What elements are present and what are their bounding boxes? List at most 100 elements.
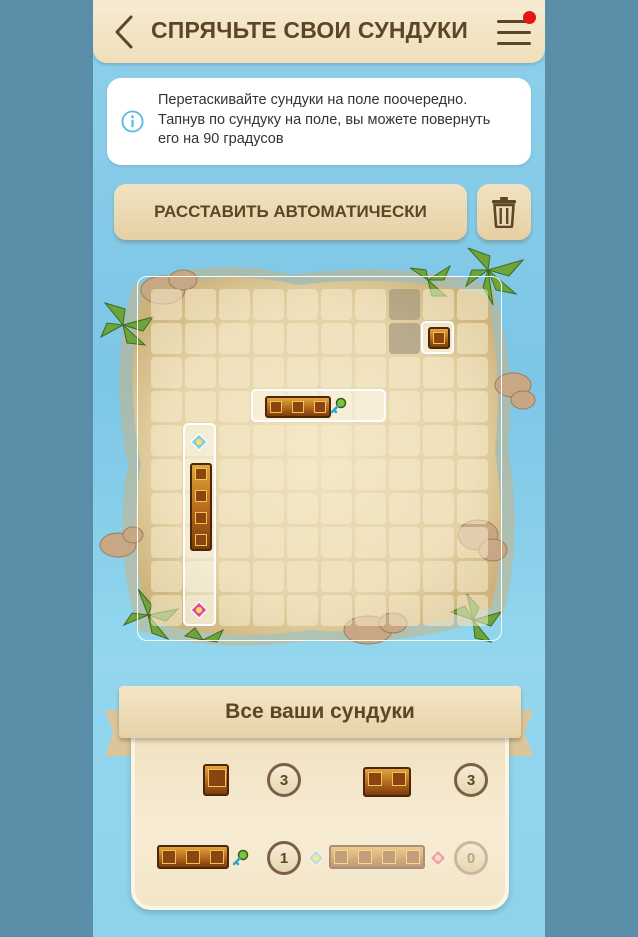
board-cell[interactable]: [219, 527, 250, 558]
board-cell[interactable]: [321, 493, 352, 524]
board-cell[interactable]: [355, 425, 386, 456]
board-cell[interactable]: [321, 425, 352, 456]
board-cell[interactable]: [287, 289, 318, 320]
board-cell[interactable]: [287, 527, 318, 558]
board-cell[interactable]: [151, 357, 182, 388]
board-cell[interactable]: [457, 493, 488, 524]
board-cell[interactable]: [219, 459, 250, 490]
board-cell[interactable]: [423, 595, 454, 626]
board-cell[interactable]: [457, 595, 488, 626]
board-cell[interactable]: [185, 289, 216, 320]
board-cell[interactable]: [321, 323, 352, 354]
board-cell[interactable]: [457, 323, 488, 354]
board-cell[interactable]: [321, 289, 352, 320]
board-cell[interactable]: [321, 357, 352, 388]
board-cell[interactable]: [151, 527, 182, 558]
board-cell[interactable]: [355, 323, 386, 354]
board-cell[interactable]: [389, 323, 420, 354]
board-cell[interactable]: [253, 561, 284, 592]
board-cell[interactable]: [151, 391, 182, 422]
inventory-chest-3[interactable]: [157, 845, 249, 869]
board-cell[interactable]: [253, 595, 284, 626]
back-button[interactable]: [109, 14, 139, 50]
board-cell[interactable]: [151, 493, 182, 524]
board-cell[interactable]: [253, 289, 284, 320]
board-cell[interactable]: [389, 527, 420, 558]
board-cell[interactable]: [457, 357, 488, 388]
board-cell[interactable]: [389, 595, 420, 626]
board-cell[interactable]: [389, 459, 420, 490]
board-cell[interactable]: [151, 595, 182, 626]
board-cell[interactable]: [219, 357, 250, 388]
board-cell[interactable]: [253, 425, 284, 456]
board-cell[interactable]: [457, 459, 488, 490]
board-cell[interactable]: [423, 493, 454, 524]
board-cell[interactable]: [287, 357, 318, 388]
board-cell[interactable]: [219, 595, 250, 626]
board-cell[interactable]: [219, 323, 250, 354]
board-cell[interactable]: [185, 323, 216, 354]
board-cell[interactable]: [389, 391, 420, 422]
board-cell[interactable]: [253, 527, 284, 558]
board-cell[interactable]: [253, 323, 284, 354]
board-cell[interactable]: [389, 289, 420, 320]
board-cell[interactable]: [287, 459, 318, 490]
board-cell[interactable]: [287, 323, 318, 354]
board-cell[interactable]: [287, 425, 318, 456]
board-cell[interactable]: [355, 493, 386, 524]
board-cell[interactable]: [151, 459, 182, 490]
board-cell[interactable]: [355, 595, 386, 626]
menu-button[interactable]: [495, 11, 536, 48]
board-cell[interactable]: [355, 459, 386, 490]
board-cell[interactable]: [389, 357, 420, 388]
board-cell[interactable]: [423, 391, 454, 422]
auto-place-button[interactable]: РАССТАВИТЬ АВТОМАТИЧЕСКИ: [114, 184, 467, 240]
board-cell[interactable]: [219, 425, 250, 456]
board-cell[interactable]: [457, 391, 488, 422]
board-cell[interactable]: [151, 561, 182, 592]
board-cell[interactable]: [219, 493, 250, 524]
board-cell[interactable]: [355, 527, 386, 558]
board-cell[interactable]: [423, 561, 454, 592]
board-cell[interactable]: [423, 527, 454, 558]
board-cell[interactable]: [151, 323, 182, 354]
board-cell[interactable]: [457, 527, 488, 558]
placed-chest-3[interactable]: [251, 389, 386, 422]
board-cell[interactable]: [185, 357, 216, 388]
clear-board-button[interactable]: [477, 184, 531, 240]
placed-chest-4[interactable]: [183, 423, 216, 626]
board-cell[interactable]: [151, 289, 182, 320]
board-cell[interactable]: [185, 391, 216, 422]
board-cell[interactable]: [219, 391, 250, 422]
board-cell[interactable]: [151, 425, 182, 456]
board-cell[interactable]: [389, 425, 420, 456]
inventory-chest-1[interactable]: [203, 764, 229, 796]
board-cell[interactable]: [253, 459, 284, 490]
board-cell[interactable]: [287, 561, 318, 592]
board-cell[interactable]: [355, 561, 386, 592]
board-cell[interactable]: [321, 459, 352, 490]
board-cell[interactable]: [321, 527, 352, 558]
board-cell[interactable]: [389, 493, 420, 524]
board-cell[interactable]: [219, 289, 250, 320]
inventory-chest-4[interactable]: [307, 845, 447, 869]
board-cell[interactable]: [321, 561, 352, 592]
board-cell[interactable]: [287, 493, 318, 524]
board-cell[interactable]: [287, 595, 318, 626]
board-cell[interactable]: [423, 459, 454, 490]
placed-chest-1[interactable]: [421, 321, 454, 354]
board-cell[interactable]: [457, 425, 488, 456]
board-cell[interactable]: [389, 561, 420, 592]
board-cell[interactable]: [321, 595, 352, 626]
board-cell[interactable]: [457, 561, 488, 592]
board-cell[interactable]: [423, 357, 454, 388]
board-cell[interactable]: [355, 289, 386, 320]
board-cell[interactable]: [355, 357, 386, 388]
game-board[interactable]: [151, 289, 491, 629]
board-cell[interactable]: [423, 289, 454, 320]
board-cell[interactable]: [457, 289, 488, 320]
inventory-chest-2[interactable]: [363, 767, 411, 797]
board-cell[interactable]: [423, 425, 454, 456]
board-cell[interactable]: [253, 493, 284, 524]
board-cell[interactable]: [253, 357, 284, 388]
